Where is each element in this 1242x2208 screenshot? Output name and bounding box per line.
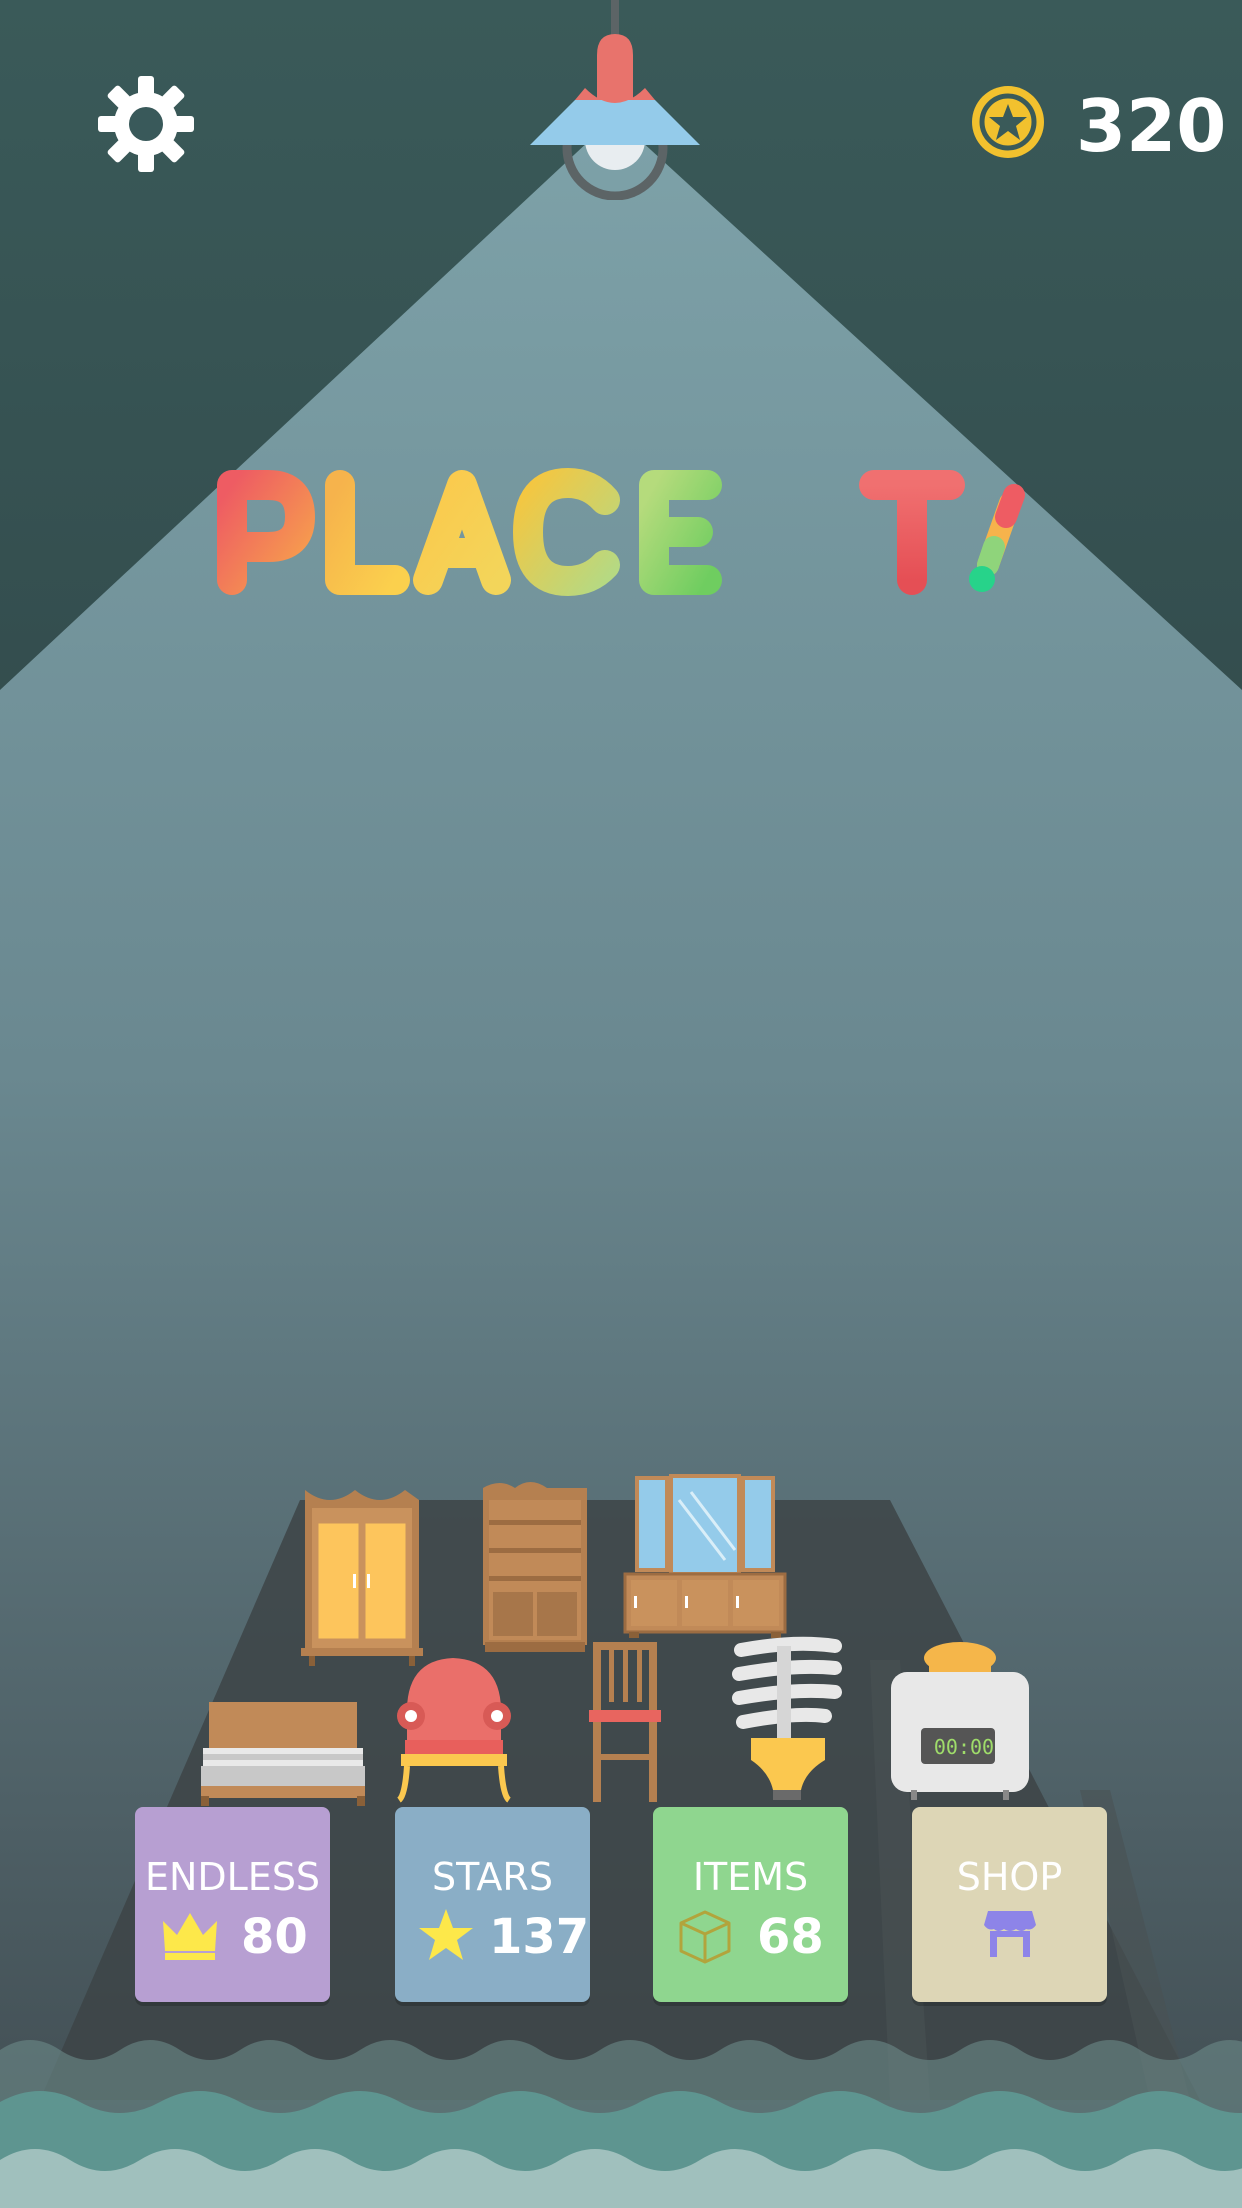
toaster-display: 00:00: [933, 1735, 995, 1759]
star-icon: [419, 1909, 473, 1960]
stars-button[interactable]: STARS 137: [395, 1807, 590, 2002]
endless-label: ENDLESS: [144, 1855, 321, 1899]
game-logo: [210, 455, 1040, 615]
star-coin-icon: [972, 86, 1044, 158]
toaster-icon: [891, 1642, 1029, 1800]
logo-art: [217, 468, 1025, 596]
items-count: 68: [757, 1909, 824, 1965]
chair-icon: [589, 1642, 661, 1802]
shop-label: SHOP: [956, 1855, 1063, 1899]
gear-icon: [98, 76, 194, 172]
light-bulb-icon: [732, 1636, 842, 1800]
bookshelf-icon: [483, 1482, 587, 1652]
crown-icon: [163, 1913, 217, 1960]
settings-button[interactable]: [96, 74, 196, 174]
shop-icon: [984, 1911, 1036, 1957]
stars-count: 137: [489, 1909, 590, 1965]
armchair-icon: [396, 1658, 512, 1803]
shop-button[interactable]: SHOP: [912, 1807, 1107, 2002]
wardrobe-icon: [301, 1490, 423, 1666]
endless-best-score: 80: [241, 1909, 308, 1965]
lamp-icon: [530, 0, 700, 200]
stars-label: STARS: [432, 1855, 553, 1899]
cube-icon: [679, 1910, 731, 1964]
items-label: ITEMS: [692, 1855, 809, 1899]
furniture-display: [201, 1474, 1029, 1806]
game-screen: 320 00:00 ENDLESS 80 STARS 137 ITEMS 68 …: [0, 0, 1242, 2208]
bed-icon: [201, 1702, 365, 1806]
vanity-mirror-icon: [623, 1474, 787, 1638]
water-waves: [0, 2040, 1242, 2208]
endless-button[interactable]: ENDLESS 80: [135, 1807, 330, 2002]
coin-count: 320: [1076, 84, 1227, 168]
items-button[interactable]: ITEMS 68: [653, 1807, 848, 2002]
